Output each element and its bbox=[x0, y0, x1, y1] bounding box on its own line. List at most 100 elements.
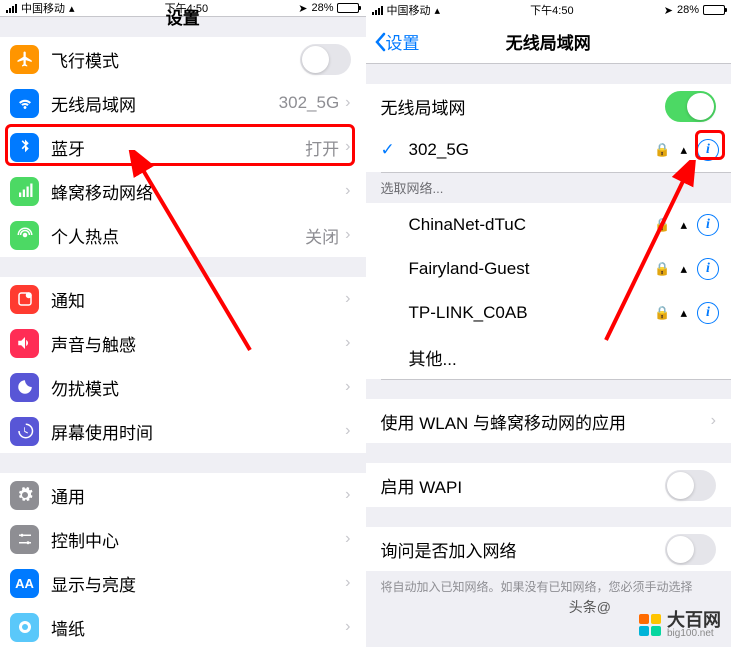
network-info-button[interactable]: i bbox=[697, 258, 719, 280]
chevron-right-icon: › bbox=[345, 530, 350, 548]
settings-general-row[interactable]: 通用› bbox=[0, 473, 366, 517]
battery-icon bbox=[703, 5, 725, 15]
settings-notif-row[interactable]: 通知› bbox=[0, 277, 366, 321]
status-bar: 中国移动▴ 下午4:50 ➤28% bbox=[366, 0, 731, 20]
chevron-right-icon: › bbox=[345, 182, 350, 200]
lock-icon: 🔒 bbox=[654, 142, 670, 158]
network-row[interactable]: Fairyland-Guest🔒 ▴ i bbox=[366, 247, 731, 291]
battery-pct: 28% bbox=[677, 4, 699, 16]
page-title: 设置 bbox=[0, 4, 366, 29]
wifi-signal-icon: ▴ bbox=[680, 142, 687, 158]
page-title: 无线局域网 bbox=[366, 29, 731, 54]
chevron-right-icon: › bbox=[345, 226, 350, 244]
settings-screen: 中国移动▴ 下午4:50 ➤28% 设置 飞行模式无线局域网302_5G›蓝牙打… bbox=[0, 0, 366, 647]
cell-label: 询问是否加入网络 bbox=[381, 537, 666, 562]
ask-join-toggle[interactable] bbox=[665, 534, 716, 565]
cell-detail: 关闭 bbox=[305, 223, 339, 248]
dnd-icon bbox=[10, 373, 39, 402]
settings-airplane-row[interactable]: 飞行模式 bbox=[0, 37, 366, 81]
cell-label: 墙纸 bbox=[51, 615, 345, 640]
chevron-right-icon: › bbox=[345, 574, 350, 592]
sound-icon bbox=[10, 329, 39, 358]
settings-wifi-row[interactable]: 无线局域网302_5G › bbox=[0, 81, 366, 125]
wifi-screen: 中国移动▴ 下午4:50 ➤28% 设置 无线局域网 无线局域网 ✓ 302_5… bbox=[366, 0, 731, 647]
settings-display-row[interactable]: AA 显示与亮度› bbox=[0, 561, 366, 605]
settings-hotspot-row[interactable]: 个人热点关闭 › bbox=[0, 213, 366, 257]
wifi-toggle-row[interactable]: 无线局域网 bbox=[366, 84, 731, 128]
location-icon: ➤ bbox=[664, 4, 673, 17]
settings-control-row[interactable]: 控制中心› bbox=[0, 517, 366, 561]
cell-label: 勿扰模式 bbox=[51, 375, 345, 400]
cell-label: 蓝牙 bbox=[51, 135, 305, 160]
apps-using-wlan-row[interactable]: 使用 WLAN 与蜂窝移动网的应用 › bbox=[366, 399, 731, 443]
cell-label: 启用 WAPI bbox=[381, 473, 666, 498]
chevron-right-icon: › bbox=[345, 378, 350, 396]
chevron-right-icon: › bbox=[345, 138, 350, 156]
cellular-icon bbox=[10, 177, 39, 206]
network-row[interactable]: TP-LINK_C0AB🔒▴i bbox=[366, 291, 731, 335]
display-icon: AA bbox=[10, 569, 39, 598]
chevron-right-icon: › bbox=[711, 412, 716, 430]
notif-icon bbox=[10, 285, 39, 314]
choose-network-header: 选取网络... bbox=[366, 172, 731, 203]
settings-screentime-row[interactable]: 屏幕使用时间› bbox=[0, 409, 366, 453]
cell-label: 声音与触感 bbox=[51, 331, 345, 356]
settings-dnd-row[interactable]: 勿扰模式› bbox=[0, 365, 366, 409]
settings-sound-row[interactable]: 声音与触感› bbox=[0, 321, 366, 365]
wifi-icon bbox=[10, 89, 39, 118]
lock-icon: 🔒 bbox=[654, 261, 670, 277]
cell-label: 无线局域网 bbox=[51, 91, 279, 116]
site-watermark: 大百网big100.net bbox=[639, 611, 721, 639]
cell-detail: 302_5G bbox=[279, 93, 340, 113]
network-row[interactable]: ChinaNet-dTuC🔒▴i bbox=[366, 203, 731, 247]
network-info-button[interactable]: i bbox=[697, 302, 719, 324]
cell-label: 屏幕使用时间 bbox=[51, 419, 345, 444]
lock-icon: 🔒 bbox=[654, 217, 670, 233]
chevron-right-icon: › bbox=[345, 618, 350, 636]
wallpaper-icon bbox=[10, 613, 39, 642]
chevron-right-icon: › bbox=[345, 422, 350, 440]
network-name: Fairyland-Guest bbox=[409, 259, 655, 279]
connected-network-row[interactable]: ✓ 302_5G 🔒 ▴ i bbox=[366, 128, 731, 172]
nav-bar: 设置 bbox=[0, 16, 366, 17]
chevron-right-icon: › bbox=[345, 94, 350, 112]
network-name: 302_5G bbox=[409, 140, 655, 160]
cell-label: 通知 bbox=[51, 287, 345, 312]
cell-label: 蜂窝移动网络 bbox=[51, 179, 345, 204]
cell-label: 通用 bbox=[51, 483, 345, 508]
back-label: 设置 bbox=[386, 29, 420, 54]
cell-label: 显示与亮度 bbox=[51, 571, 345, 596]
wifi-signal-icon: ▴ bbox=[680, 305, 687, 321]
other-network-row[interactable]: 其他... bbox=[366, 335, 731, 379]
other-label: 其他... bbox=[409, 345, 720, 370]
wifi-toggle[interactable] bbox=[665, 91, 716, 122]
screentime-icon bbox=[10, 417, 39, 446]
checkmark-icon: ✓ bbox=[381, 140, 401, 160]
cell-label: 使用 WLAN 与蜂窝移动网的应用 bbox=[381, 409, 711, 434]
watermark-title: 大百网 bbox=[667, 611, 721, 629]
nav-bar: 设置 无线局域网 bbox=[366, 20, 731, 64]
cell-label: 个人热点 bbox=[51, 223, 305, 248]
chevron-right-icon: › bbox=[345, 290, 350, 308]
cell-detail: 打开 bbox=[305, 135, 339, 160]
watermark-logo-icon bbox=[639, 614, 661, 636]
network-info-button[interactable]: i bbox=[697, 214, 719, 236]
signal-icon bbox=[372, 6, 383, 15]
hotspot-icon bbox=[10, 221, 39, 250]
wapi-row[interactable]: 启用 WAPI bbox=[366, 463, 731, 507]
toggle[interactable] bbox=[300, 44, 351, 75]
wapi-toggle[interactable] bbox=[665, 470, 716, 501]
wifi-signal-icon: ▴ bbox=[680, 261, 687, 277]
settings-bluetooth-row[interactable]: 蓝牙打开 › bbox=[0, 125, 366, 169]
back-button[interactable]: 设置 bbox=[366, 29, 420, 54]
wifi-signal-icon: ▴ bbox=[680, 217, 687, 233]
network-info-button[interactable]: i bbox=[697, 139, 719, 161]
settings-cellular-row[interactable]: 蜂窝移动网络› bbox=[0, 169, 366, 213]
general-icon bbox=[10, 481, 39, 510]
wifi-toggle-label: 无线局域网 bbox=[381, 94, 666, 119]
watermark-url: big100.net bbox=[667, 629, 721, 639]
carrier: 中国移动 bbox=[387, 2, 431, 18]
settings-wallpaper-row[interactable]: 墙纸› bbox=[0, 605, 366, 649]
ask-join-row[interactable]: 询问是否加入网络 bbox=[366, 527, 731, 571]
airplane-icon bbox=[10, 45, 39, 74]
